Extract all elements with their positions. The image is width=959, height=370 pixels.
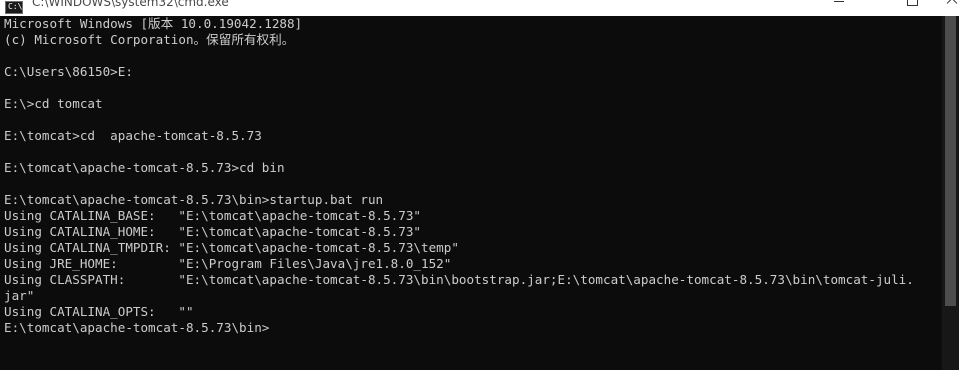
console-line: Microsoft Windows [版本 10.0.19042.1288] — [4, 16, 303, 31]
console-line: Using JRE_HOME: "E:\Program Files\Java\j… — [4, 256, 452, 271]
console-prompt[interactable]: E:\tomcat\apache-tomcat-8.5.73\bin> — [4, 320, 269, 336]
console-line: Using CATALINA_TMPDIR: "E:\tomcat\apache… — [4, 240, 459, 255]
console-line: Using CATALINA_BASE: "E:\tomcat\apache-t… — [4, 208, 422, 223]
console-line: E:\tomcat\apache-tomcat-8.5.73>cd bin — [4, 160, 285, 175]
console-line: jar" — [4, 288, 35, 303]
cmd-app-icon[interactable]: C:\ — [5, 1, 23, 14]
scrollbar-thumb[interactable] — [945, 16, 956, 306]
maximize-icon[interactable] — [888, 0, 934, 16]
console-line: E:\>cd tomcat — [4, 96, 103, 111]
console-line: E:\tomcat>cd apache-tomcat-8.5.73 — [4, 128, 262, 143]
console-line: Using CATALINA_OPTS: "" — [4, 304, 194, 319]
console-line: Using CATALINA_HOME: "E:\tomcat\apache-t… — [4, 224, 422, 239]
console-output[interactable]: Microsoft Windows [版本 10.0.19042.1288] (… — [0, 16, 959, 370]
console-line: (c) Microsoft Corporation。保留所有权利。 — [4, 32, 295, 47]
cmd-window: C:\ C:\WINDOWS\system32\cmd.exe Microsof… — [0, 0, 959, 370]
app-icon-label: C:\ — [8, 2, 23, 11]
console-line: E:\tomcat\apache-tomcat-8.5.73\bin>start… — [4, 192, 384, 207]
vertical-scrollbar[interactable] — [942, 16, 959, 370]
window-title: C:\WINDOWS\system32\cmd.exe — [32, 0, 229, 9]
console-line: Using CLASSPATH: "E:\tomcat\apache-tomca… — [4, 272, 914, 287]
minimize-icon[interactable] — [816, 0, 862, 16]
console-line: C:\Users\86150>E: — [4, 64, 133, 79]
close-icon[interactable] — [935, 0, 959, 16]
title-bar[interactable]: C:\ C:\WINDOWS\system32\cmd.exe — [0, 0, 959, 16]
